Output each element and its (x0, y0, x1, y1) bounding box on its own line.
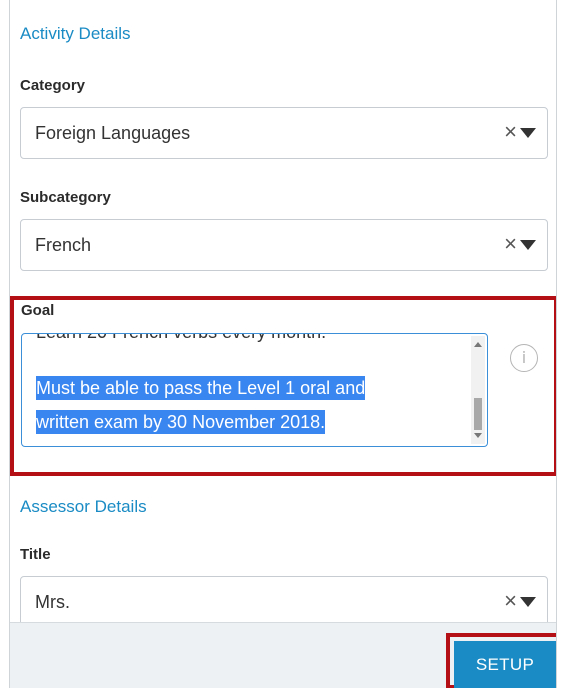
goal-scrollbar[interactable] (471, 336, 485, 444)
clear-icon[interactable]: × (504, 233, 517, 255)
subcategory-value: French (35, 235, 92, 255)
goal-highlight-outline: Goal Learn 20 French verbs every month. … (10, 296, 556, 476)
scroll-down-arrow-icon[interactable] (474, 433, 482, 438)
clear-icon[interactable]: × (504, 121, 517, 143)
info-icon[interactable]: i (510, 344, 538, 372)
subcategory-label: Subcategory (20, 189, 111, 206)
chevron-down-icon[interactable] (520, 128, 536, 138)
setup-button[interactable]: SETUP (454, 641, 556, 688)
setup-highlight-outline: SETUP (446, 633, 556, 688)
chevron-down-icon[interactable] (520, 240, 536, 250)
goal-text-partial-line: Learn 20 French verbs every month. (36, 334, 326, 346)
category-select[interactable]: Foreign Languages × (20, 107, 548, 159)
activity-panel: Activity Details Category Foreign Langua… (9, 0, 557, 688)
title-label: Title (20, 546, 51, 563)
assessor-details-heading: Assessor Details (20, 497, 147, 516)
scrollbar-thumb[interactable] (474, 398, 482, 430)
goal-textarea[interactable]: Learn 20 French verbs every month. Must … (21, 333, 488, 447)
category-value: Foreign Languages (35, 123, 191, 143)
activity-details-heading: Activity Details (20, 24, 131, 43)
scroll-up-arrow-icon[interactable] (474, 342, 482, 347)
category-label: Category (20, 77, 86, 94)
goal-selected-line-2: written exam by 30 November 2018. (36, 410, 326, 434)
footer-bar: SETUP (10, 622, 556, 688)
subcategory-select[interactable]: French × (20, 219, 548, 271)
clear-icon[interactable]: × (504, 590, 517, 612)
chevron-down-icon[interactable] (520, 597, 536, 607)
title-value: Mrs. (35, 592, 70, 612)
goal-selected-line-1: Must be able to pass the Level 1 oral an… (36, 376, 366, 400)
title-select[interactable]: Mrs. × (20, 576, 548, 628)
goal-label: Goal (21, 302, 55, 319)
